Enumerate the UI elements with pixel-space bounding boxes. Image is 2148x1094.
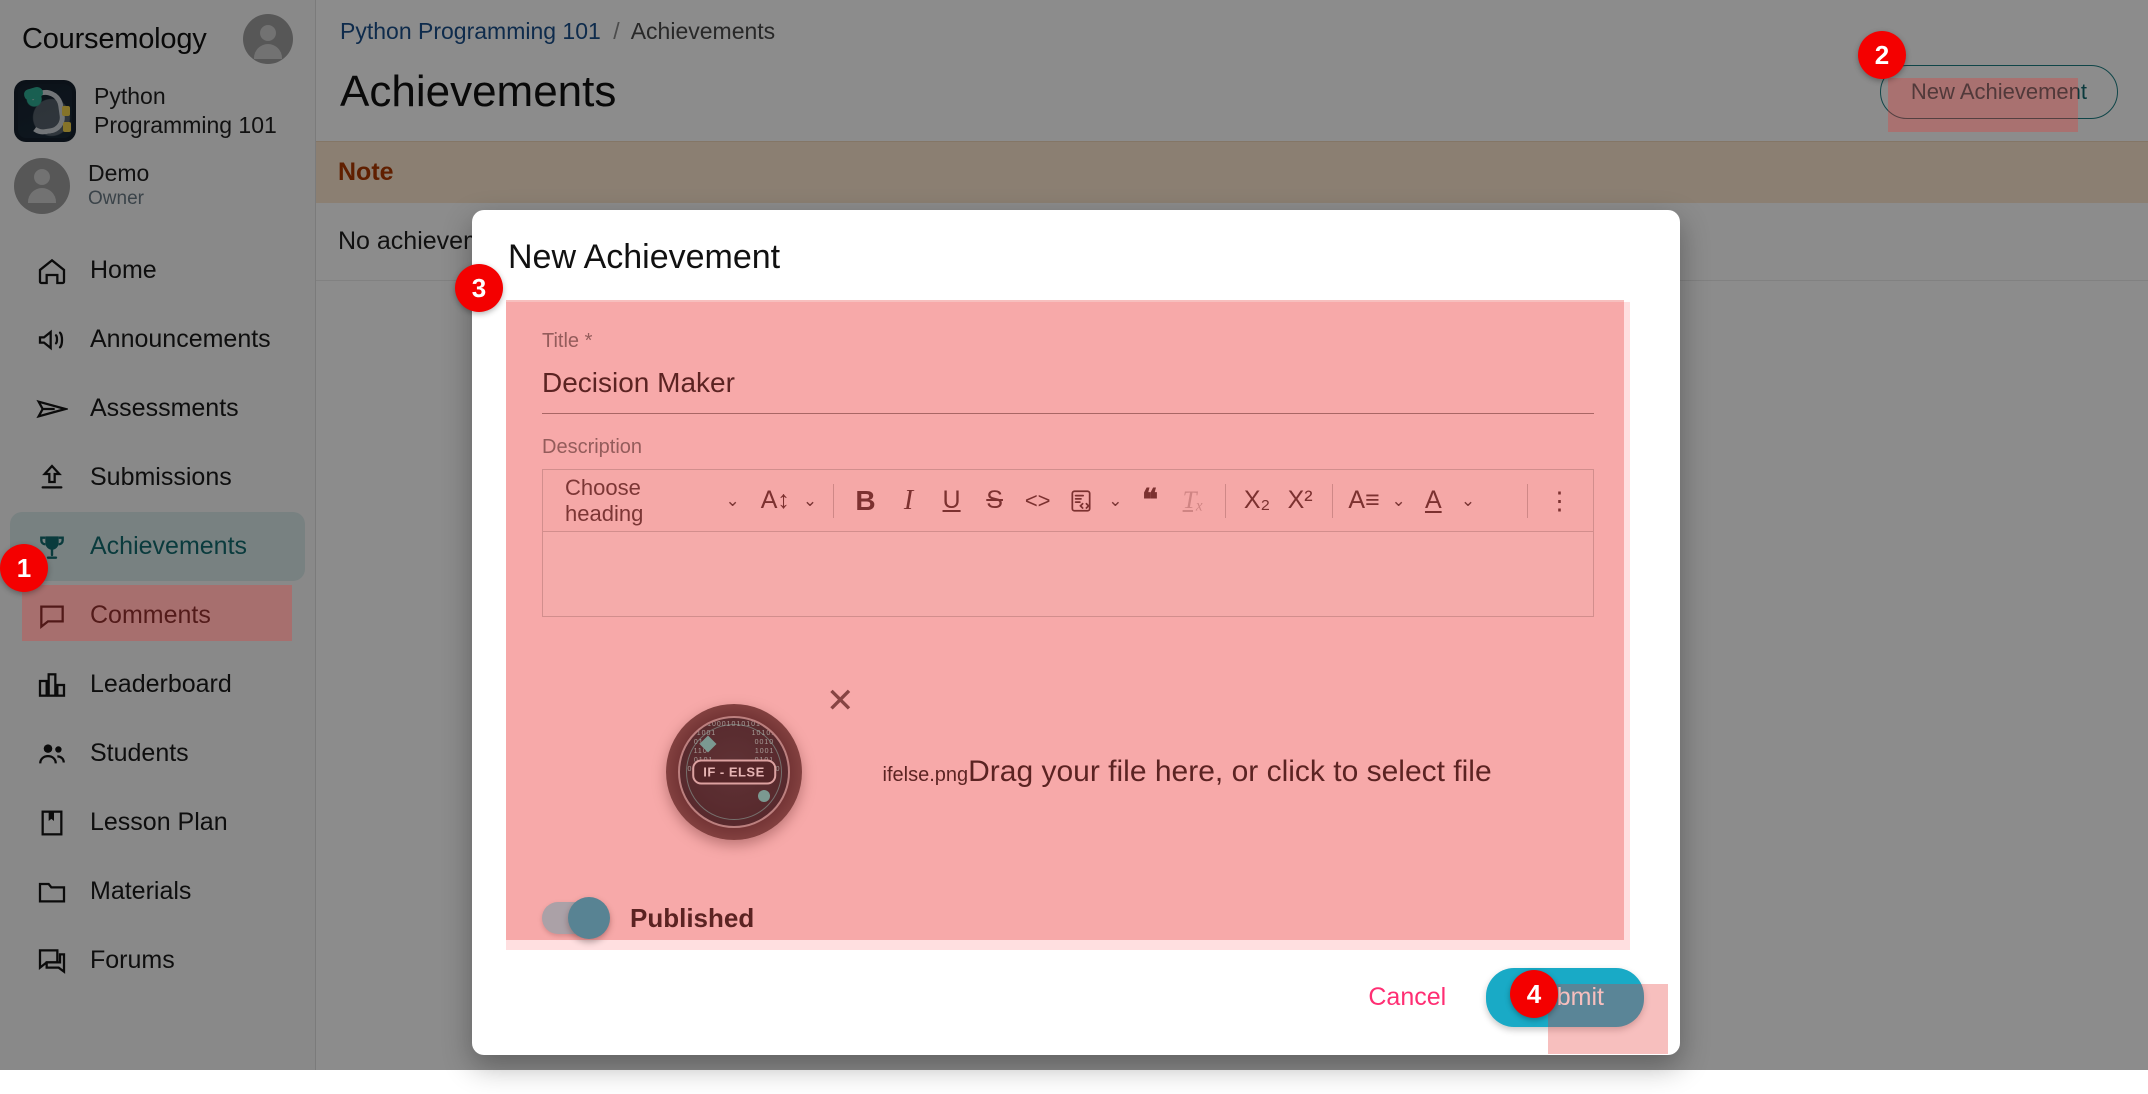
superscript-icon[interactable]: X² (1281, 479, 1320, 523)
rich-text-editor: Choose heading ⌄ A↕ ⌄ B I U S <> ⌄ ❝ Tₓ … (542, 469, 1594, 617)
cancel-button[interactable]: Cancel (1358, 975, 1456, 1020)
strikethrough-icon[interactable]: S (975, 479, 1014, 523)
text-align-icon[interactable]: A≡ (1344, 479, 1383, 523)
step-badge-3: 3 (455, 264, 503, 312)
published-toggle-row[interactable]: Published (542, 897, 755, 939)
dropzone-text: ifelse.png Drag your file here, or click… (883, 755, 1492, 789)
published-label: Published (630, 902, 755, 933)
more-options-icon[interactable]: ⋮ (1540, 479, 1579, 523)
code-block-icon[interactable] (1061, 479, 1100, 523)
step-badge-2: 2 (1858, 31, 1906, 79)
published-toggle[interactable] (542, 897, 610, 939)
toolbar-divider (1527, 483, 1528, 518)
dialog-title: New Achievement (508, 238, 781, 276)
subscript-icon[interactable]: X₂ (1238, 479, 1277, 523)
toolbar-divider (833, 483, 834, 518)
editor-toolbar: Choose heading ⌄ A↕ ⌄ B I U S <> ⌄ ❝ Tₓ … (542, 469, 1594, 531)
file-dropzone[interactable]: 1000100010101010101 01001 10101 0101 0010 1… (542, 640, 1594, 904)
title-field-group: Title * Decision Maker (506, 302, 1630, 414)
toolbar-divider (1224, 483, 1226, 518)
dialog-actions: Cancel Submit (1358, 968, 1644, 1027)
step-badge-4: 4 (1510, 970, 1558, 1018)
bold-icon[interactable]: B (846, 479, 885, 523)
badge-label: IF - ELSE (692, 759, 776, 785)
text-color-icon[interactable]: A (1414, 479, 1453, 523)
dropzone-filename: ifelse.png (882, 764, 969, 786)
chevron-down-icon: ⌄ (725, 490, 740, 510)
title-field-label: Title * (542, 330, 593, 352)
heading-select-label: Choose heading (565, 474, 644, 526)
remove-file-icon[interactable]: ✕ (826, 684, 855, 718)
underline-icon[interactable]: U (932, 479, 971, 523)
inline-code-icon[interactable]: <> (1018, 479, 1057, 523)
description-field-label: Description (542, 436, 643, 458)
title-input[interactable]: Decision Maker (542, 353, 1594, 414)
italic-icon[interactable]: I (889, 479, 928, 523)
horizontal-scrollbar[interactable] (0, 1070, 2148, 1094)
heading-select[interactable]: Choose heading ⌄ (557, 475, 752, 527)
editor-content-area[interactable] (542, 531, 1594, 617)
chevron-down-icon[interactable]: ⌄ (1388, 491, 1410, 511)
toolbar-divider (1331, 483, 1333, 518)
description-field-group: Description Choose heading ⌄ A↕ ⌄ B I U (506, 414, 1630, 617)
dialog-form-area: Title * Decision Maker Description Choos… (506, 302, 1630, 950)
chevron-down-icon[interactable]: ⌄ (1457, 491, 1479, 511)
new-achievement-dialog: New Achievement Title * Decision Maker D… (472, 210, 1680, 1055)
achievement-badge-preview: 1000100010101010101 01001 10101 0101 0010 1… (666, 704, 802, 840)
chevron-down-icon[interactable]: ⌄ (1104, 491, 1126, 511)
step-badge-1: 1 (0, 544, 48, 592)
font-size-icon[interactable]: A↕ (756, 479, 795, 523)
chevron-down-icon[interactable]: ⌄ (799, 491, 821, 511)
blockquote-icon[interactable]: ❝ (1131, 479, 1170, 523)
dropzone-hint: Drag your file here, or click to select … (968, 755, 1492, 788)
clear-formatting-icon[interactable]: Tₓ (1174, 479, 1213, 523)
